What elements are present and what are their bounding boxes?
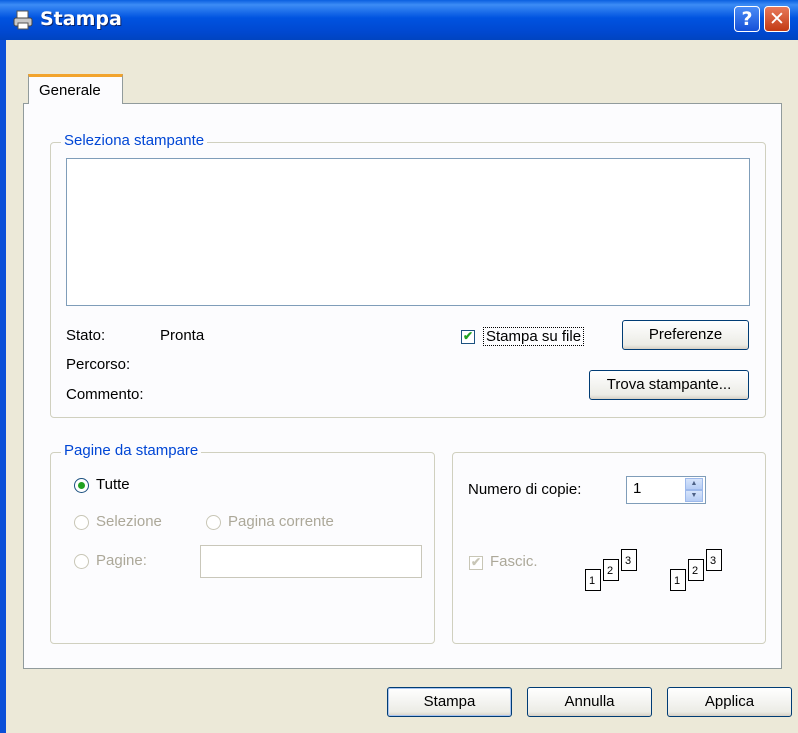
comment-label: Commento: — [66, 386, 144, 403]
status-label: Stato: — [66, 327, 106, 344]
printer-icon — [13, 10, 33, 30]
close-icon: ✕ — [769, 8, 785, 30]
selection-radio[interactable] — [74, 515, 89, 530]
tab-label: Generale — [39, 82, 101, 99]
copies-spinner[interactable]: ▲ ▼ — [685, 478, 703, 502]
collate-page-1: 1 — [585, 569, 601, 591]
collate-page-3: 3 — [621, 549, 637, 571]
window-frame — [0, 40, 6, 733]
print-to-file-label[interactable]: Stampa su file — [483, 327, 585, 346]
copies-label: Numero di copie: — [468, 481, 582, 498]
title-bar[interactable]: Stampa ? ✕ — [0, 0, 798, 40]
current-page-radio[interactable] — [206, 515, 221, 530]
spin-down-icon[interactable]: ▼ — [685, 490, 703, 502]
page-range-legend: Pagine da stampare — [61, 442, 202, 459]
pages-input[interactable] — [200, 545, 422, 578]
find-printer-button[interactable]: Trova stampante... — [589, 370, 749, 400]
collate-checkbox[interactable]: ✔ — [469, 555, 483, 570]
help-button[interactable]: ? — [734, 6, 760, 32]
current-page-label[interactable]: Pagina corrente — [228, 513, 334, 530]
collate-page-2: 2 — [603, 559, 619, 581]
collate-label[interactable]: Fascic. — [490, 553, 538, 570]
help-icon: ? — [741, 8, 753, 30]
collate-icon: 3 2 1 — [670, 549, 750, 594]
select-printer-legend: Seleziona stampante — [61, 132, 208, 149]
close-button[interactable]: ✕ — [764, 6, 790, 32]
all-pages-radio[interactable] — [74, 478, 89, 493]
checkmark-icon: ✔ — [471, 555, 482, 569]
collate-page-2: 2 — [688, 559, 704, 581]
path-label: Percorso: — [66, 356, 131, 373]
apply-button[interactable]: Applica — [667, 687, 792, 717]
spin-up-icon[interactable]: ▲ — [685, 478, 703, 490]
tab-generale[interactable]: Generale — [28, 74, 123, 104]
collate-page-1: 1 — [670, 569, 686, 591]
all-pages-label[interactable]: Tutte — [96, 476, 130, 493]
window-title: Stampa — [40, 8, 122, 30]
collate-page-3: 3 — [706, 549, 722, 571]
checkmark-icon: ✔ — [463, 329, 474, 343]
print-dialog: Stampa ? ✕ Generale Seleziona stampante … — [0, 0, 798, 733]
collate-icon: 3 2 1 — [585, 549, 665, 594]
print-to-file-checkbox[interactable]: ✔ — [461, 329, 475, 344]
pages-label[interactable]: Pagine: — [96, 552, 147, 569]
cancel-button[interactable]: Annulla — [527, 687, 652, 717]
preferences-button[interactable]: Preferenze — [622, 320, 749, 350]
selection-label[interactable]: Selezione — [96, 513, 162, 530]
radio-selected-dot — [78, 482, 85, 489]
print-button[interactable]: Stampa — [387, 687, 512, 717]
pages-radio[interactable] — [74, 554, 89, 569]
status-value: Pronta — [160, 327, 205, 344]
printer-list[interactable] — [66, 158, 750, 306]
